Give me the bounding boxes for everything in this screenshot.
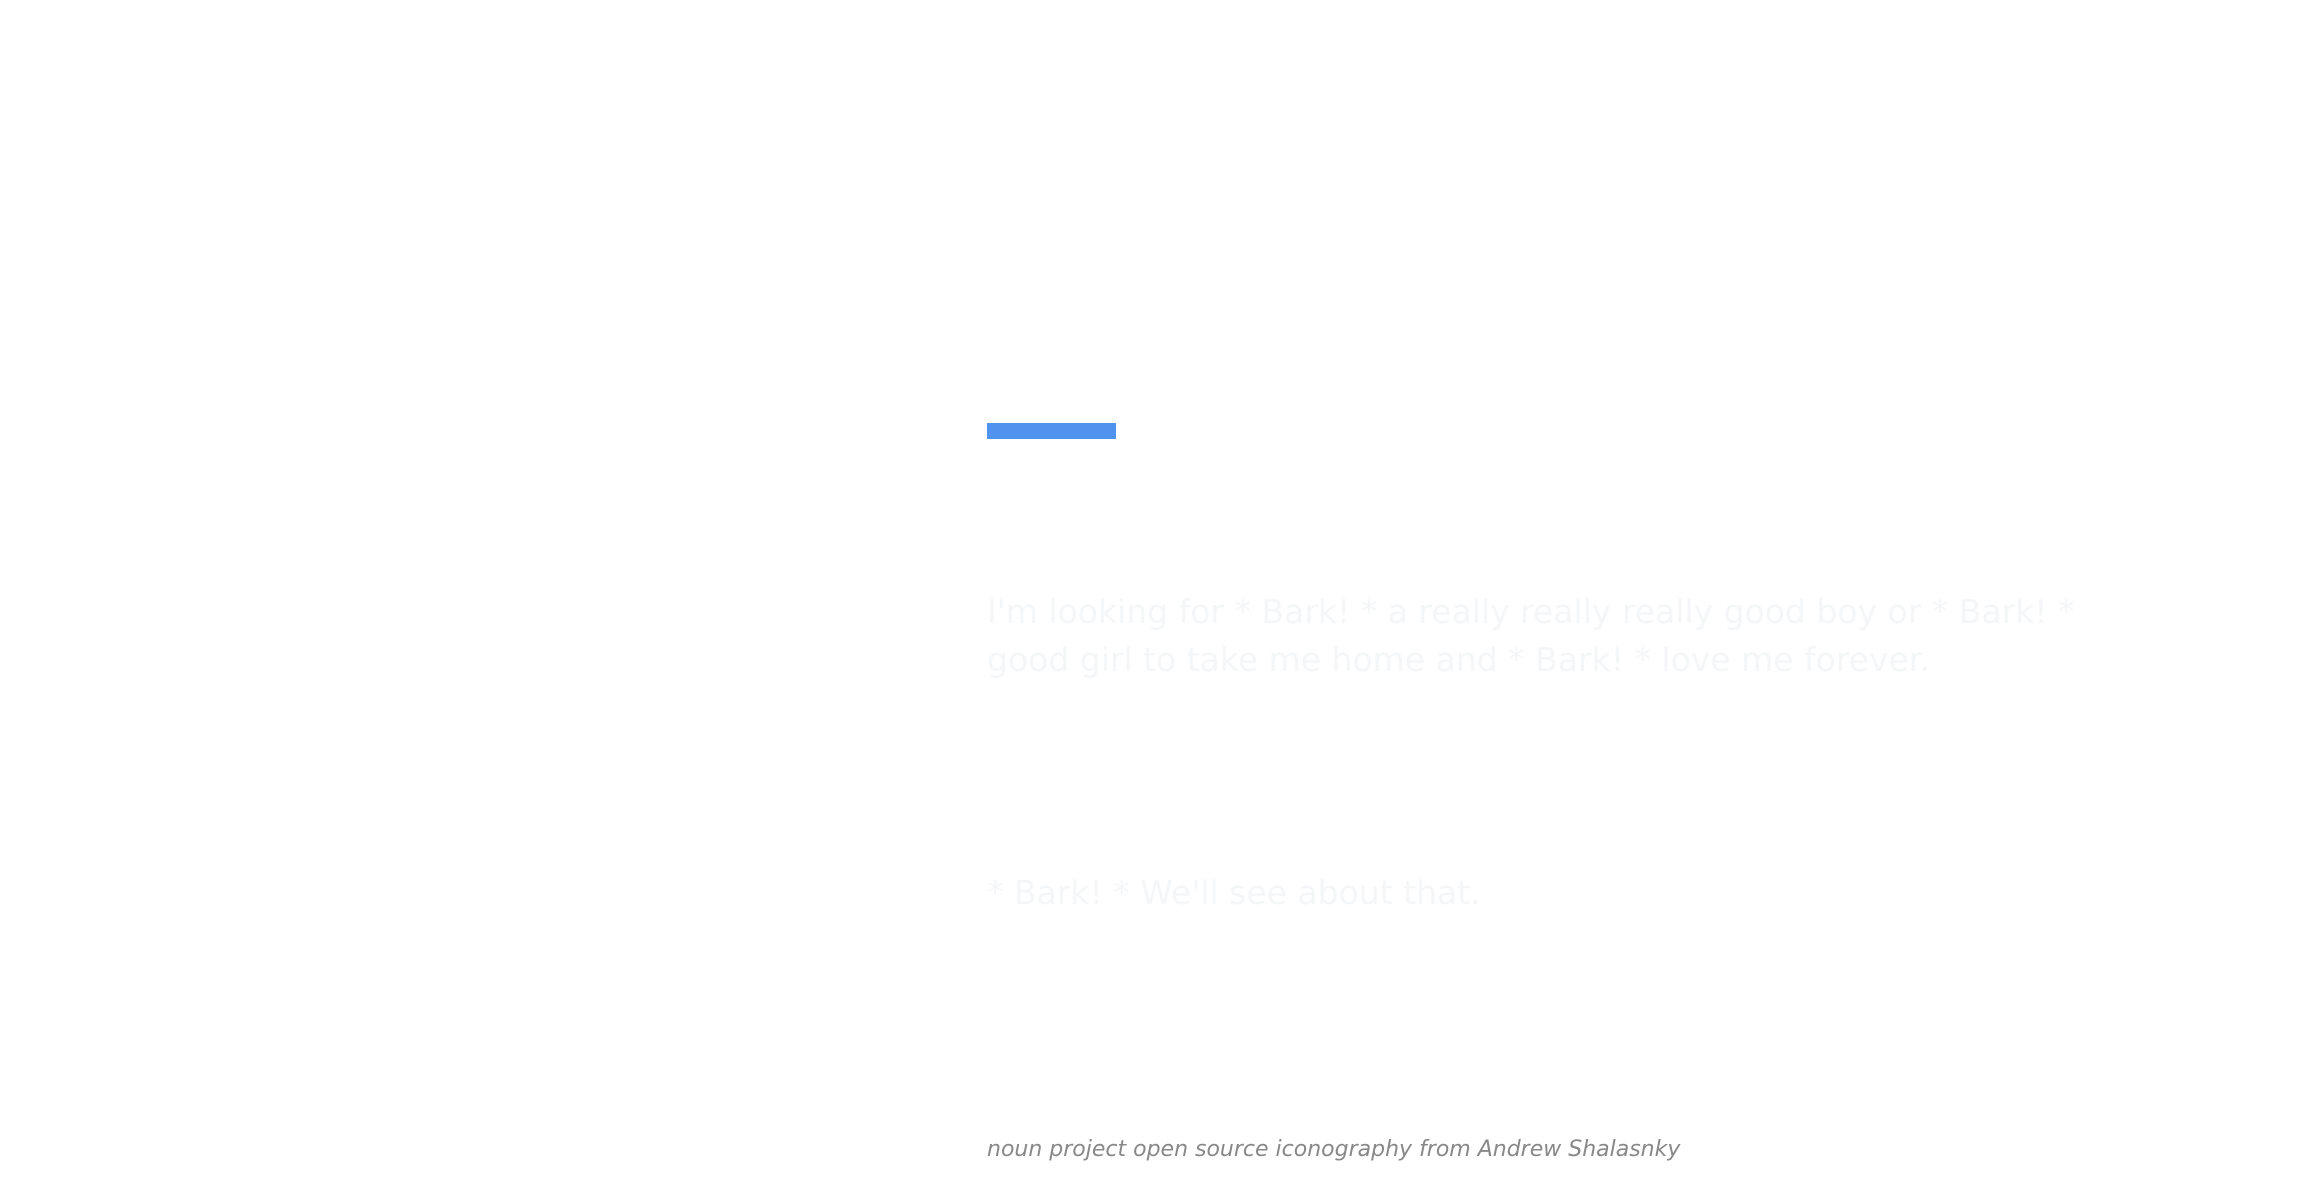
main-content: I'm looking for * Bark! * a really reall… — [987, 0, 2107, 1200]
icon-credit: noun project open source iconography fro… — [987, 1137, 1681, 1162]
intro-text: I'm looking for * Bark! * a really reall… — [987, 592, 2075, 679]
accent-bar — [987, 423, 1116, 439]
reply-text: * Bark! * We'll see about that. — [987, 873, 1481, 912]
page: I'm looking for * Bark! * a really reall… — [0, 0, 2320, 1200]
